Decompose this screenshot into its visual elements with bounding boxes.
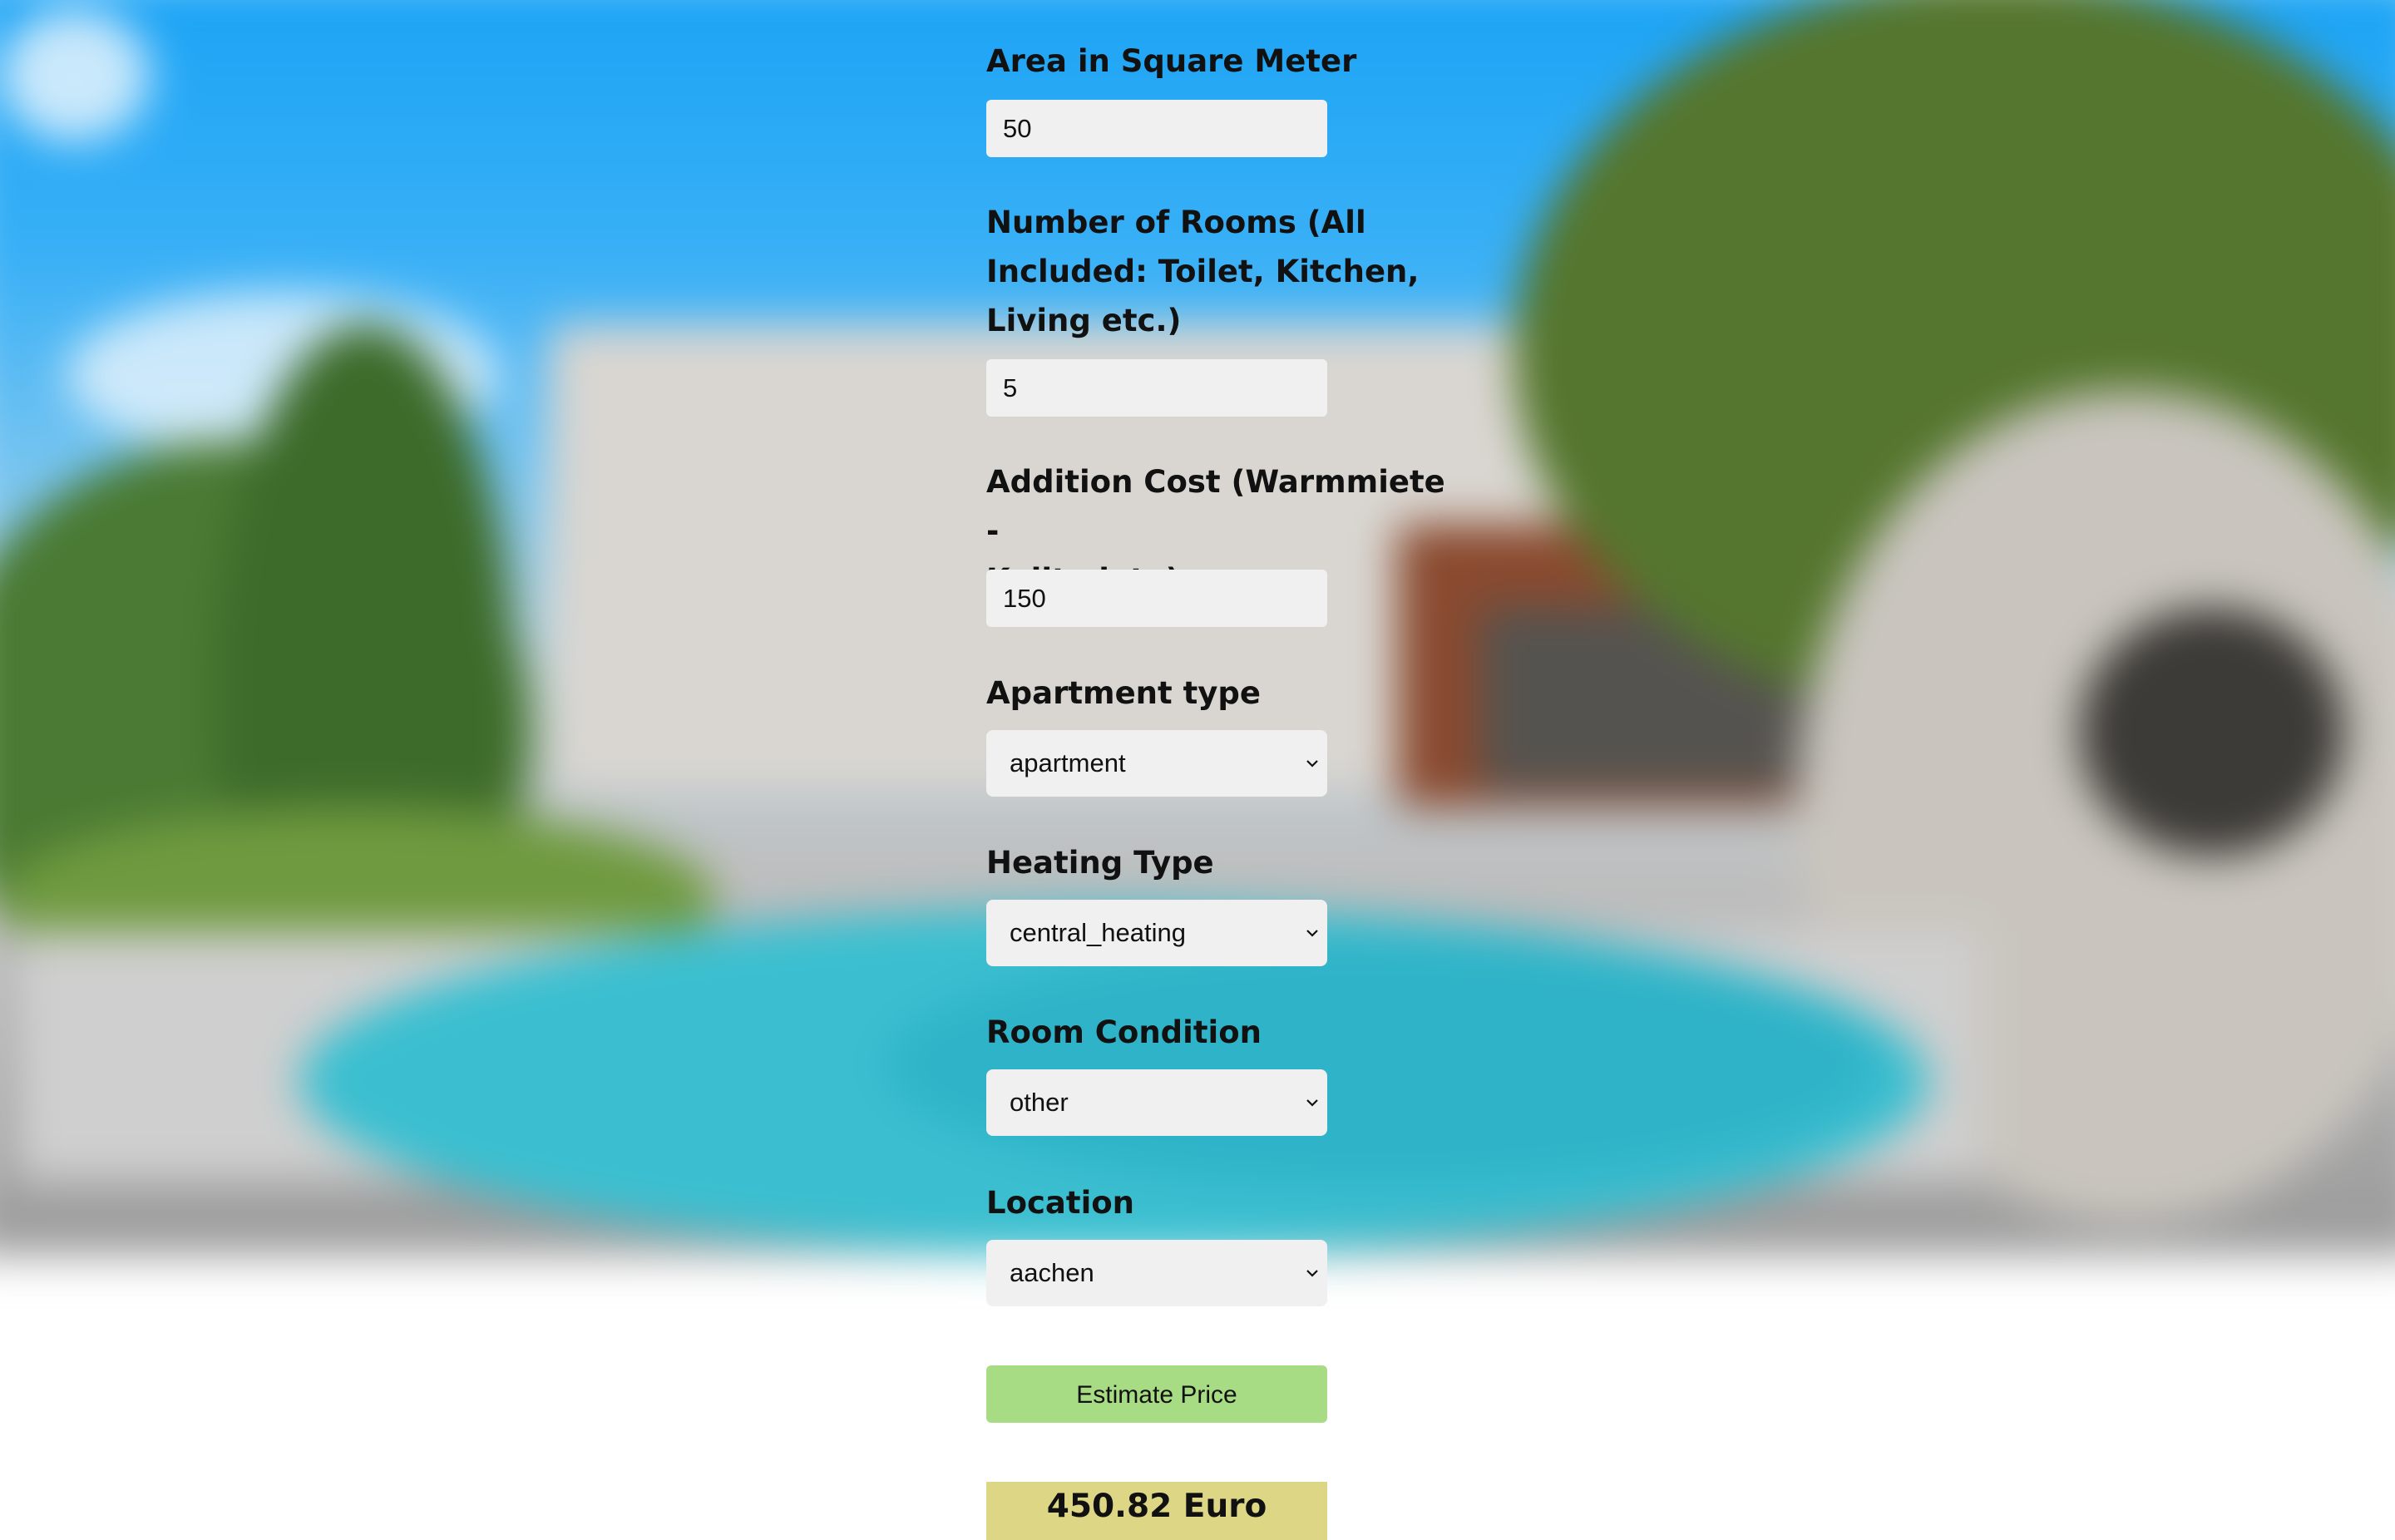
chevron-down-icon — [1306, 930, 1318, 937]
apartment-type-select[interactable]: apartment — [986, 730, 1327, 797]
location-label: Location — [986, 1185, 1135, 1221]
estimate-price-button[interactable]: Estimate Price — [986, 1365, 1327, 1423]
heating-type-select[interactable]: central_heating — [986, 900, 1327, 966]
estimated-price-result: 450.82 Euro — [986, 1482, 1327, 1540]
background-house-image — [0, 0, 2395, 1256]
rooms-label-line-3: Living etc.) — [986, 303, 1182, 338]
apartment-type-label: Apartment type — [986, 675, 1261, 711]
room-condition-select[interactable]: other — [986, 1069, 1327, 1136]
rooms-input[interactable] — [986, 359, 1327, 417]
location-selected-value: aachen — [1010, 1258, 1094, 1287]
chevron-down-icon — [1306, 1270, 1318, 1277]
rooms-label-line-1: Number of Rooms (All — [986, 205, 1366, 240]
area-input[interactable] — [986, 100, 1327, 157]
apartment-type-selected-value: apartment — [1010, 748, 1126, 777]
room-condition-selected-value: other — [1010, 1088, 1069, 1117]
area-label: Area in Square Meter — [986, 43, 1357, 79]
room-condition-label: Room Condition — [986, 1014, 1262, 1050]
location-select[interactable]: aachen — [986, 1240, 1327, 1306]
additional-cost-input[interactable] — [986, 570, 1327, 627]
heating-type-label: Heating Type — [986, 845, 1214, 881]
page: Area in Square Meter Number of Rooms (Al… — [0, 0, 2395, 1540]
chevron-down-icon — [1306, 760, 1318, 768]
rooms-label-line-2: Included: Toilet, Kitchen, — [986, 254, 1420, 289]
heating-type-selected-value: central_heating — [1010, 918, 1186, 947]
chevron-down-icon — [1306, 1099, 1318, 1107]
additional-cost-label-line-1: Addition Cost (Warmmiete - — [986, 464, 1445, 549]
